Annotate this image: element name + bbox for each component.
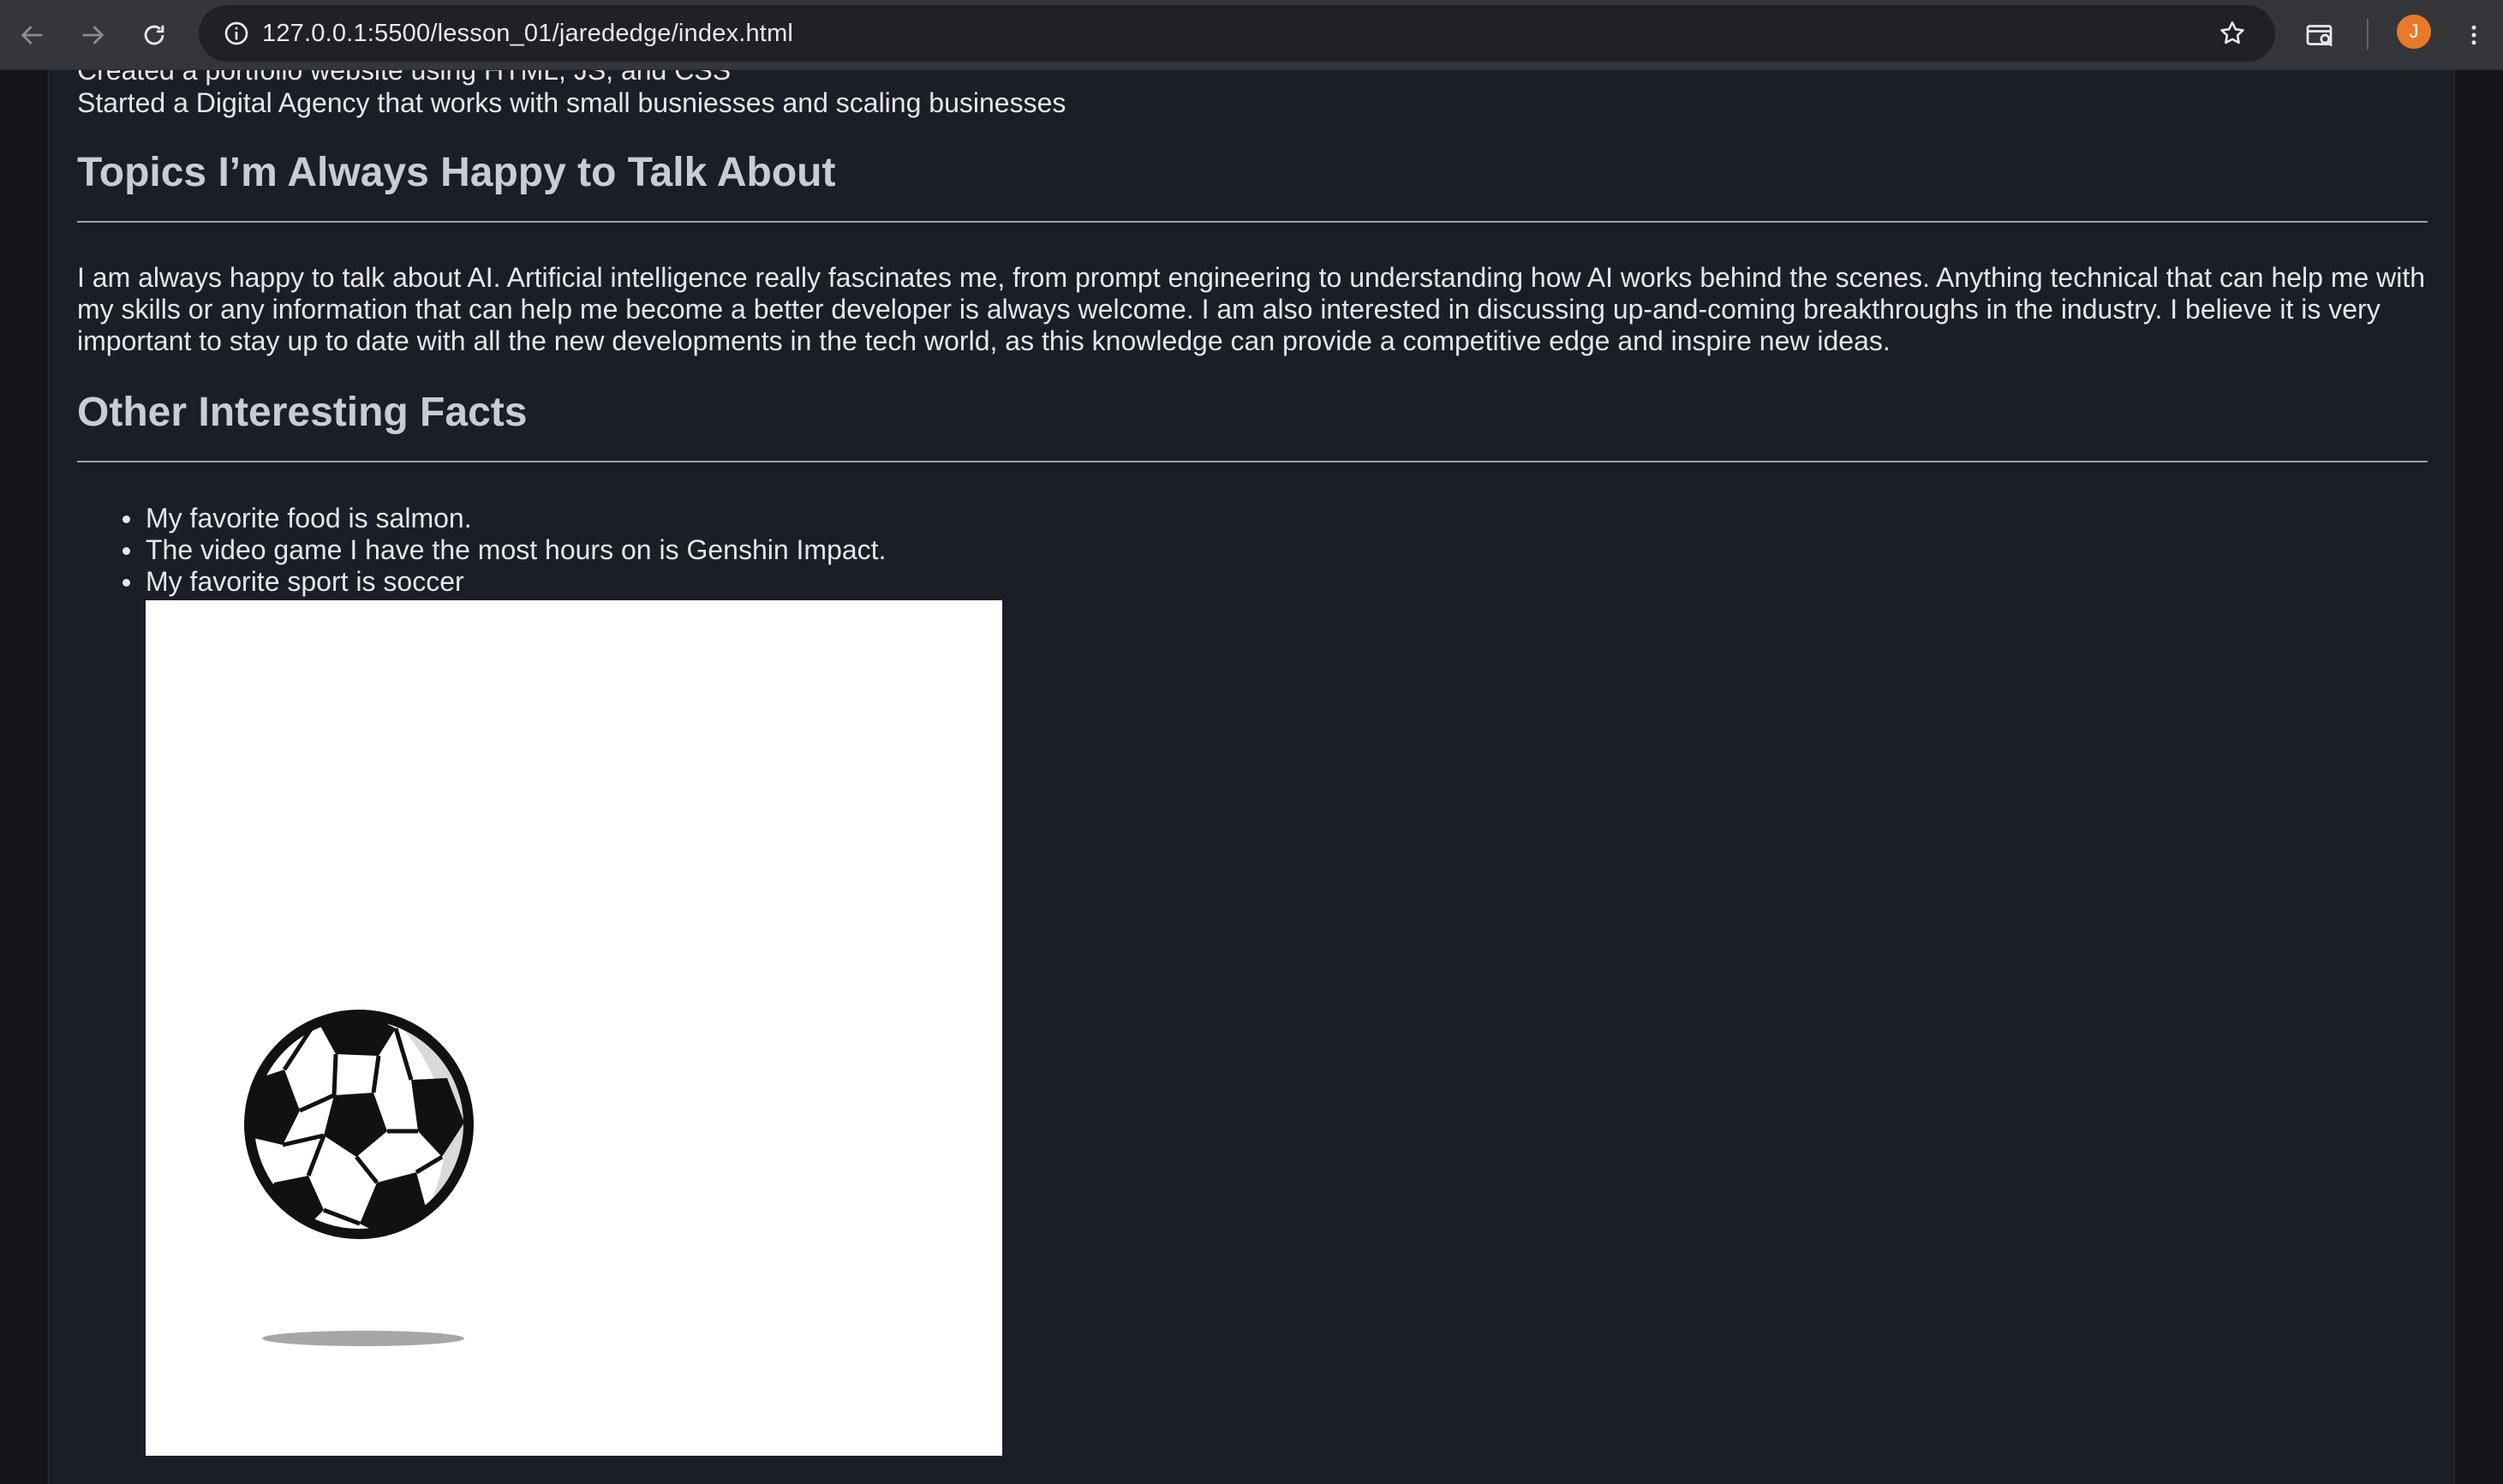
bullet-icon bbox=[122, 547, 130, 555]
browser-toolbar: 127.0.0.1:5500/lesson_01/jarededge/index… bbox=[0, 0, 2503, 70]
soccer-ball-icon bbox=[244, 1010, 474, 1346]
star-icon bbox=[2220, 21, 2244, 45]
info-icon bbox=[224, 21, 248, 45]
bullet-icon bbox=[122, 579, 130, 587]
site-info-button[interactable] bbox=[216, 13, 257, 54]
facts-divider bbox=[77, 461, 2428, 462]
topics-heading: Topics I’m Always Happy to Talk About bbox=[77, 150, 836, 195]
url-text[interactable]: 127.0.0.1:5500/lesson_01/jarededge/index… bbox=[262, 5, 793, 62]
toolbar-divider bbox=[2367, 19, 2369, 50]
fact-text: My favorite food is salmon. bbox=[146, 503, 472, 533]
menu-dots-icon bbox=[2471, 25, 2476, 45]
experience-line-agency: Started a Digital Agency that works with… bbox=[77, 87, 1066, 118]
back-arrow-icon bbox=[21, 26, 43, 45]
fact-text: The video game I have the most hours on … bbox=[146, 534, 887, 565]
facts-heading: Other Interesting Facts bbox=[77, 390, 528, 435]
bullet-icon bbox=[122, 516, 130, 523]
search-tab-icon bbox=[2306, 25, 2333, 47]
page-viewport[interactable]: Created a portfolio website using HTML, … bbox=[0, 70, 2503, 1484]
profile-avatar[interactable]: J bbox=[2397, 15, 2431, 49]
forward-button[interactable] bbox=[67, 9, 118, 61]
reload-button[interactable] bbox=[128, 9, 180, 61]
list-item: The video game I have the most hours on … bbox=[77, 534, 886, 566]
fact-text: My favorite sport is soccer bbox=[146, 566, 464, 597]
list-item: My favorite sport is soccer bbox=[77, 566, 886, 598]
bookmark-button[interactable] bbox=[2212, 13, 2253, 54]
soccer-image bbox=[146, 600, 1002, 1456]
search-tabs-button[interactable] bbox=[2295, 9, 2346, 61]
back-button[interactable] bbox=[7, 9, 58, 61]
ball-shadow bbox=[262, 1331, 464, 1346]
experience-line-portfolio: Created a portfolio website using HTML, … bbox=[77, 70, 732, 86]
facts-list: My favorite food is salmon. The video ga… bbox=[77, 503, 886, 598]
topics-divider bbox=[77, 221, 2428, 223]
page-container: Created a portfolio website using HTML, … bbox=[48, 70, 2455, 1484]
reload-icon bbox=[144, 25, 164, 45]
list-item: My favorite food is salmon. bbox=[77, 503, 886, 534]
topics-paragraph: I am always happy to talk about AI. Arti… bbox=[77, 262, 2426, 356]
forward-arrow-icon bbox=[82, 26, 105, 45]
address-bar[interactable]: 127.0.0.1:5500/lesson_01/jarededge/index… bbox=[199, 5, 2275, 62]
browser-menu-button[interactable] bbox=[2448, 9, 2500, 61]
